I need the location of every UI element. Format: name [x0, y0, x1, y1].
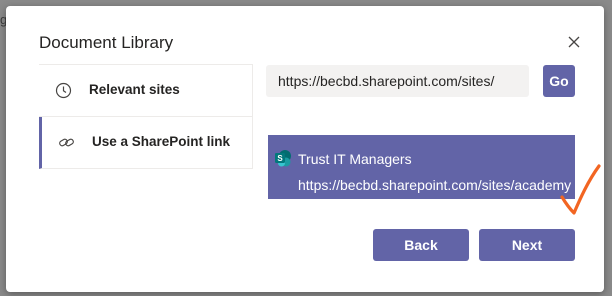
- site-name: Trust IT Managers: [298, 151, 412, 167]
- nav-item-sharepoint-link[interactable]: Use a SharePoint link: [39, 117, 253, 169]
- go-button[interactable]: Go: [543, 65, 575, 97]
- source-nav: Relevant sites Use a SharePoint link: [39, 64, 253, 174]
- close-icon[interactable]: [566, 34, 582, 50]
- back-button[interactable]: Back: [373, 229, 469, 261]
- nav-item-label: Use a SharePoint link: [92, 134, 231, 149]
- nav-item-relevant-sites[interactable]: Relevant sites: [39, 65, 253, 117]
- site-url: https://becbd.sharepoint.com/sites/acade…: [298, 177, 572, 193]
- sharepoint-icon: S: [274, 149, 292, 167]
- clock-icon: [55, 82, 72, 99]
- next-button[interactable]: Next: [479, 229, 575, 261]
- dialog-title: Document Library: [39, 33, 174, 52]
- nav-item-label: Relevant sites: [89, 82, 180, 97]
- sharepoint-url-input[interactable]: [266, 65, 529, 97]
- site-result-item[interactable]: S Trust IT Managers https://becbd.sharep…: [268, 135, 575, 199]
- document-library-dialog: Document Library Relevant sites Use a Sh…: [6, 6, 604, 292]
- link-icon: [58, 134, 75, 151]
- svg-text:S: S: [277, 154, 283, 163]
